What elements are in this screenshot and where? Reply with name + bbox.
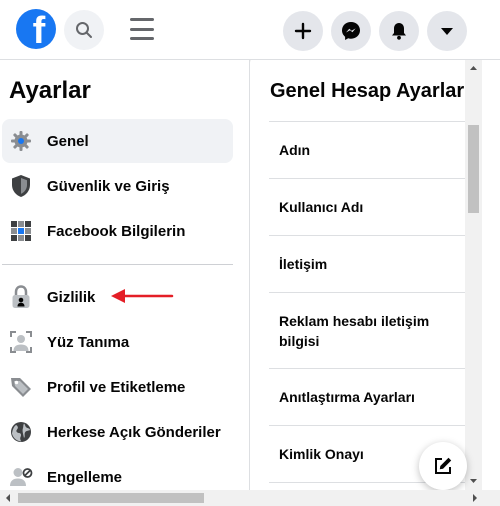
block-user-icon xyxy=(9,465,33,489)
plus-icon xyxy=(294,22,312,40)
vertical-scrollbar-thumb[interactable] xyxy=(468,125,479,213)
horizontal-scrollbar-thumb[interactable] xyxy=(18,493,204,503)
sidebar-item-label: Herkese Açık Gönderiler xyxy=(47,423,221,441)
grid-icon xyxy=(9,219,33,243)
settings-row-label: Kullanıcı Adı xyxy=(279,199,364,215)
globe-icon xyxy=(9,420,33,444)
facebook-logo[interactable]: f xyxy=(16,9,56,49)
sidebar-item-public-posts[interactable]: Herkese Açık Gönderiler xyxy=(2,410,233,454)
horizontal-scrollbar[interactable] xyxy=(0,490,500,506)
notifications-button[interactable] xyxy=(379,11,419,51)
search-button[interactable] xyxy=(64,10,104,50)
sidebar-item-facebook-info[interactable]: Facebook Bilgilerin xyxy=(2,209,233,253)
settings-row-ad-account-contact[interactable]: Reklam hesabı iletişim bilgisi xyxy=(269,293,466,369)
sidebar-item-label: Gizlilik xyxy=(47,288,96,306)
new-message-button[interactable] xyxy=(419,442,467,490)
sidebar-item-label: Facebook Bilgilerin xyxy=(47,222,186,240)
sidebar-item-label: Yüz Tanıma xyxy=(47,333,130,351)
sidebar-item-general[interactable]: Genel xyxy=(2,119,233,163)
settings-row-label: İletişim xyxy=(279,256,328,272)
tag-icon xyxy=(9,375,33,399)
lock-icon xyxy=(9,285,33,309)
vertical-scrollbar[interactable] xyxy=(465,60,482,490)
scroll-right-arrow-icon[interactable] xyxy=(468,490,482,506)
sidebar-item-label: Genel xyxy=(47,132,89,150)
top-navigation-bar: f xyxy=(0,0,500,60)
account-menu-button[interactable] xyxy=(427,11,467,51)
settings-row-contact[interactable]: İletişim xyxy=(269,236,466,293)
messenger-icon xyxy=(342,22,360,40)
settings-row-name[interactable]: Adın xyxy=(269,122,466,179)
settings-row-label: Kimlik Onayı xyxy=(279,446,364,462)
scroll-up-arrow-icon[interactable] xyxy=(465,62,482,74)
settings-row-label: Anıtlaştırma Ayarları xyxy=(279,389,415,405)
page-title: Genel Hesap Ayarları xyxy=(270,80,470,102)
sidebar-item-blocking[interactable]: Engelleme xyxy=(2,455,233,490)
settings-sidebar: Ayarlar Genel Güvenlik ve Giriş Facebook… xyxy=(0,60,250,490)
hamburger-menu-icon[interactable] xyxy=(130,18,154,40)
sidebar-title: Ayarlar xyxy=(9,77,91,104)
scroll-left-arrow-icon[interactable] xyxy=(1,490,15,506)
search-icon xyxy=(76,22,92,38)
sidebar-item-label: Güvenlik ve Giriş xyxy=(47,177,170,195)
create-button[interactable] xyxy=(283,11,323,51)
caret-down-icon xyxy=(441,28,453,35)
edit-icon xyxy=(435,457,452,474)
scroll-down-arrow-icon[interactable] xyxy=(465,475,482,487)
settings-row-label: Adın xyxy=(279,142,311,158)
settings-main-panel: Genel Hesap Ayarları Adın Kullanıcı Adı … xyxy=(251,60,500,490)
messenger-button[interactable] xyxy=(331,11,371,51)
settings-row-memorialization[interactable]: Anıtlaştırma Ayarları xyxy=(269,369,466,426)
red-arrow-annotation xyxy=(111,289,174,303)
facebook-logo-letter: f xyxy=(32,10,46,49)
shield-icon xyxy=(9,174,33,198)
gear-icon xyxy=(9,129,33,153)
settings-row-label: Reklam hesabı iletişim bilgisi xyxy=(279,312,430,349)
sidebar-item-security[interactable]: Güvenlik ve Giriş xyxy=(2,164,233,208)
sidebar-divider xyxy=(2,264,233,265)
sidebar-item-label: Profil ve Etiketleme xyxy=(47,378,186,396)
sidebar-item-profile-tagging[interactable]: Profil ve Etiketleme xyxy=(2,365,233,409)
settings-row-username[interactable]: Kullanıcı Adı xyxy=(269,179,466,236)
settings-list: Adın Kullanıcı Adı İletişim Reklam hesab… xyxy=(269,121,466,490)
sidebar-item-face-recognition[interactable]: Yüz Tanıma xyxy=(2,320,233,364)
bell-icon xyxy=(392,23,406,40)
face-recognition-icon xyxy=(9,330,33,354)
sidebar-item-label: Engelleme xyxy=(47,468,123,486)
